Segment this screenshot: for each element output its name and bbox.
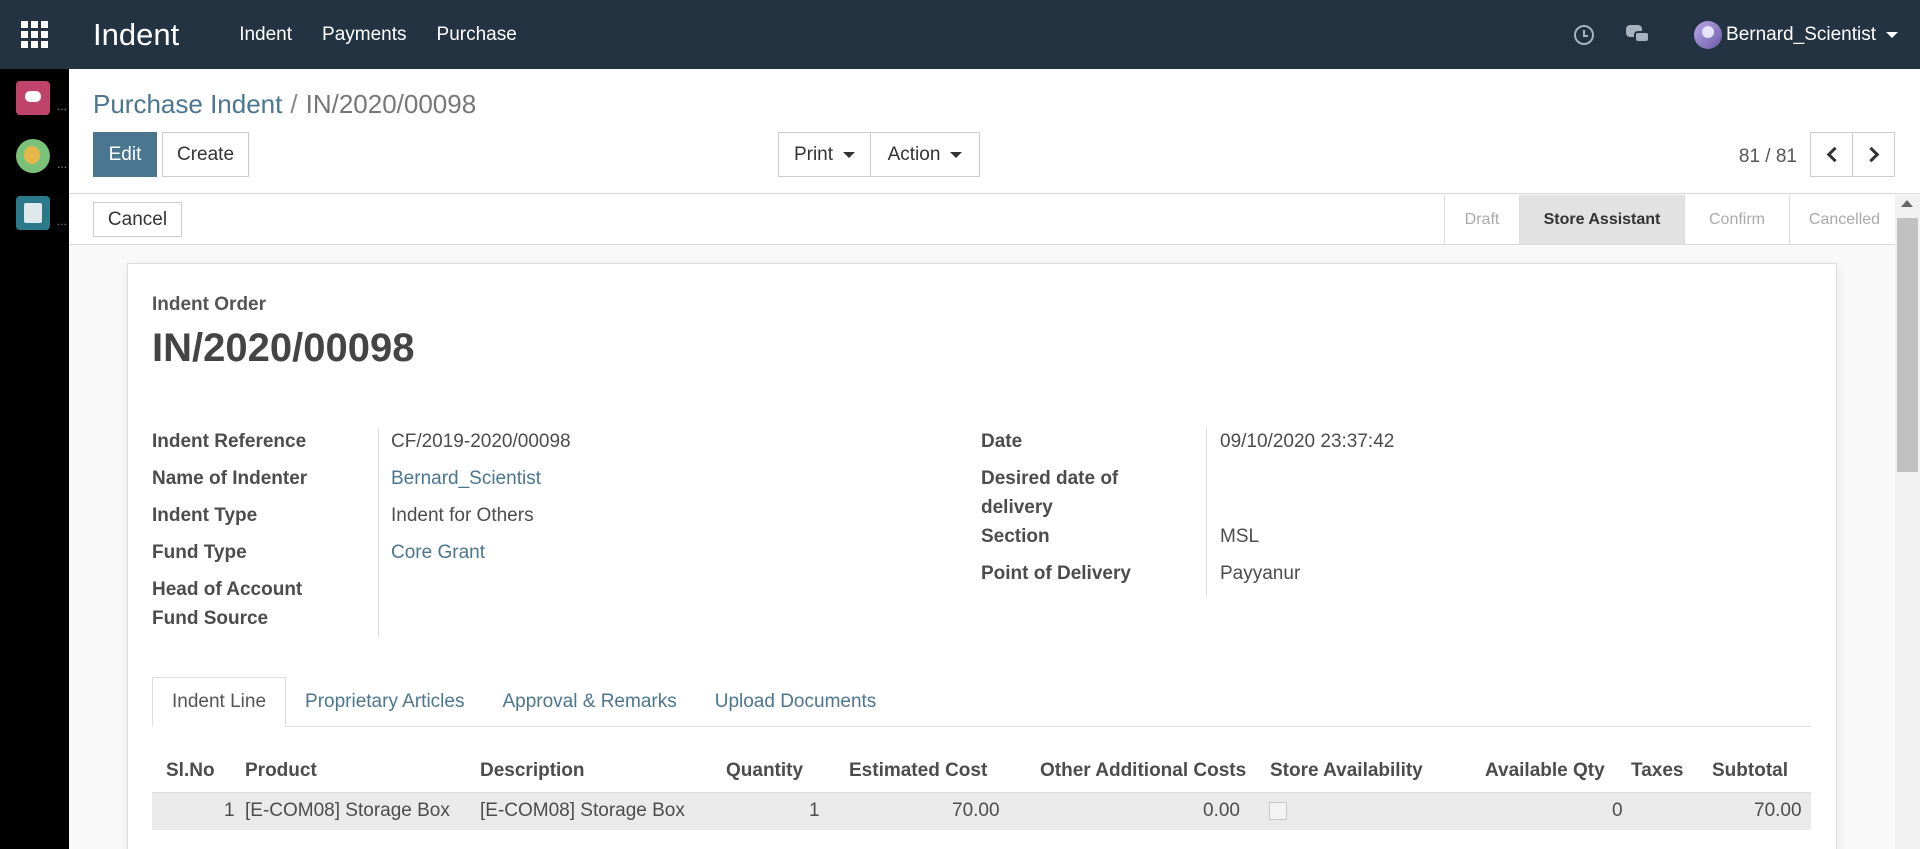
action-label: Action (887, 143, 941, 165)
value-name-of-indenter[interactable]: Bernard_Scientist (391, 464, 541, 493)
breadcrumb-current: IN/2020/00098 (305, 89, 477, 119)
column-header-other-additional-costs[interactable]: Other Additional Costs (1040, 760, 1246, 782)
label-indent-reference: Indent Reference (152, 431, 307, 452)
value-section: MSL (1220, 526, 1260, 547)
cell-other-additional-costs: 0.00 (1203, 800, 1240, 821)
form-label: Indent Order (152, 294, 267, 315)
column-header-slno[interactable]: Sl.No (166, 760, 215, 782)
chevron-left-icon (1826, 146, 1842, 163)
calculator-app-icon[interactable] (16, 196, 50, 230)
value-indent-type: Indent for Others (391, 505, 534, 526)
pager-previous-button[interactable] (1810, 132, 1853, 177)
column-header-available-qty[interactable]: Available Qty (1485, 760, 1605, 782)
label-section: Section (981, 526, 1050, 547)
tab-approval-remarks[interactable]: Approval & Remarks (483, 677, 695, 727)
label-desired-date: Desired date of (981, 468, 1119, 489)
column-header-store-availability[interactable]: Store Availability (1270, 760, 1423, 782)
column-header-taxes[interactable]: Taxes (1631, 760, 1683, 782)
menu-payments[interactable]: Payments (322, 24, 406, 46)
caret-down-icon (1886, 31, 1898, 38)
user-menu[interactable]: Bernard_Scientist (1694, 20, 1898, 49)
stage-confirm[interactable]: Confirm (1684, 195, 1789, 244)
caret-down-icon (843, 151, 856, 158)
edit-button[interactable]: Edit (93, 132, 157, 177)
statusbar: Cancel Draft Store Assistant Confirm Can… (69, 195, 1899, 245)
cell-description: [E-COM08] Storage Box (480, 800, 685, 821)
label-fund-source: Fund Source (152, 608, 269, 629)
label-name-of-indenter: Name of Indenter (152, 468, 308, 489)
messaging-chat-icon[interactable] (1626, 24, 1652, 45)
avatar (1694, 20, 1723, 49)
cell-product: [E-COM08] Storage Box (245, 800, 450, 821)
activity-clock-icon[interactable] (1574, 24, 1595, 45)
notebook-tabs: Indent Line Proprietary Articles Approva… (152, 677, 1811, 727)
column-header-description[interactable]: Description (480, 760, 585, 782)
cell-quantity: 1 (809, 800, 820, 821)
cell-slno: 1 (224, 800, 235, 821)
menu-purchase[interactable]: Purchase (437, 24, 517, 46)
column-header-estimated-cost[interactable]: Estimated Cost (849, 760, 987, 782)
stage-pipeline: Draft Store Assistant Confirm Cancelled (1444, 195, 1899, 244)
pager-next-button[interactable] (1852, 132, 1895, 177)
tab-indent-line[interactable]: Indent Line (152, 677, 287, 727)
chat-bubble-app-icon[interactable] (16, 81, 50, 115)
cancel-button[interactable]: Cancel (93, 202, 182, 237)
breadcrumb: Purchase Indent / IN/2020/00098 (93, 89, 476, 120)
scroll-up-arrow-icon[interactable] (1901, 200, 1913, 207)
stage-cancelled[interactable]: Cancelled (1789, 195, 1899, 244)
control-panel: Purchase Indent / IN/2020/00098 Edit Creat… (69, 69, 1920, 194)
field-divider (1206, 428, 1207, 596)
value-date: 09/10/2020 23:37:42 (1220, 431, 1395, 452)
column-header-product[interactable]: Product (245, 760, 317, 782)
app-title: Indent (93, 16, 180, 52)
dock-dots: ... (57, 157, 68, 171)
breadcrumb-separator: / (290, 89, 298, 119)
dock-dots: ... (57, 99, 68, 113)
scrollbar-thumb[interactable] (1897, 218, 1918, 472)
label-fund-type: Fund Type (152, 542, 247, 563)
label-date: Date (981, 431, 1023, 452)
cell-subtotal: 70.00 (1754, 800, 1802, 821)
chevron-right-icon (1863, 146, 1879, 163)
menu-indent[interactable]: Indent (239, 24, 292, 46)
dock-dots: ... (57, 214, 68, 228)
print-label: Print (793, 143, 834, 165)
tab-upload-documents[interactable]: Upload Documents (696, 677, 896, 727)
value-point-of-delivery: Payyanur (1220, 563, 1301, 584)
apps-menu-icon[interactable] (0, 0, 69, 69)
top-navbar: Indent Indent Payments Purchase Bernard_… (0, 0, 1920, 69)
store-availability-checkbox[interactable] (1269, 802, 1287, 820)
cell-estimated-cost: 70.00 (952, 800, 1000, 821)
column-header-quantity[interactable]: Quantity (726, 760, 803, 782)
label-indent-type: Indent Type (152, 505, 258, 526)
value-indent-reference: CF/2019-2020/00098 (391, 431, 571, 452)
value-fund-type[interactable]: Core Grant (391, 538, 485, 567)
form-title: IN/2020/00098 (152, 326, 415, 370)
stage-store-assistant[interactable]: Store Assistant (1519, 195, 1684, 244)
left-dock: ... ... ... (0, 69, 69, 849)
breadcrumb-purchase-indent[interactable]: Purchase Indent (93, 89, 282, 119)
label-head-of-account: Head of Account (152, 579, 303, 600)
tab-proprietary-articles[interactable]: Proprietary Articles (286, 677, 483, 727)
form-sheet: Indent Order IN/2020/00098 Indent Refere… (127, 263, 1837, 849)
action-dropdown[interactable]: Action (870, 132, 980, 177)
pager-value[interactable]: 81 / 81 (1739, 146, 1797, 168)
label-desired-date-line2: delivery (981, 497, 1053, 518)
field-divider (378, 428, 379, 638)
create-button[interactable]: Create (162, 132, 249, 177)
user-name: Bernard_Scientist (1726, 23, 1876, 45)
caret-down-icon (950, 151, 963, 158)
globe-app-icon[interactable] (16, 139, 50, 173)
cell-available-qty: 0 (1612, 800, 1623, 821)
column-header-subtotal[interactable]: Subtotal (1712, 760, 1788, 782)
label-point-of-delivery: Point of Delivery (981, 563, 1131, 584)
print-dropdown[interactable]: Print (778, 132, 871, 177)
stage-draft[interactable]: Draft (1444, 195, 1519, 244)
